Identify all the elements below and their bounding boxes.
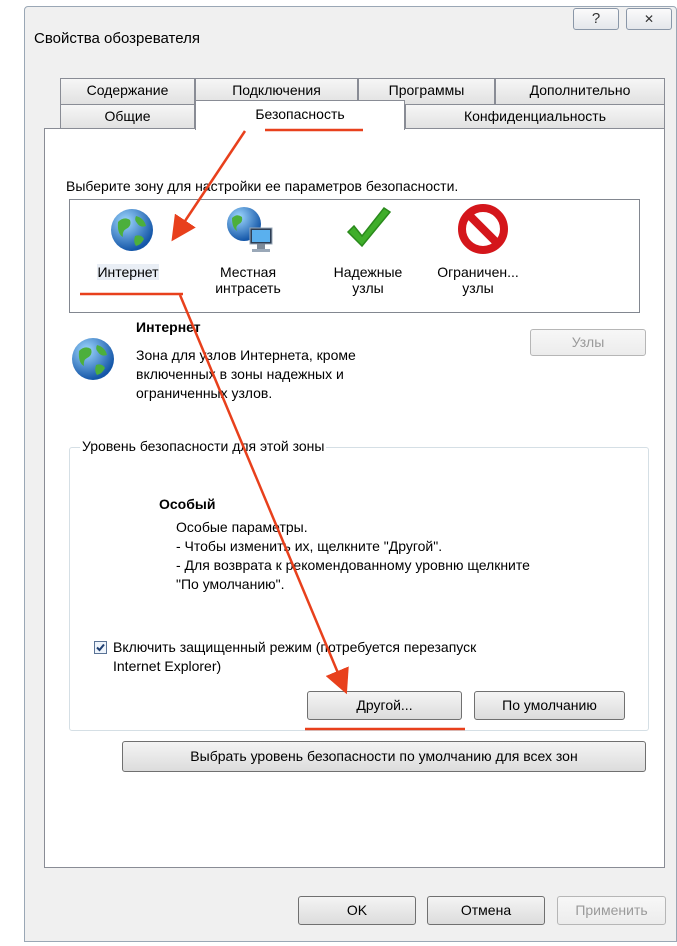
- intranet-globe-icon: [227, 207, 273, 252]
- zone-label: Местная: [219, 264, 277, 280]
- zone-label: Интернет: [97, 264, 159, 280]
- sites-button[interactable]: Узлы: [530, 329, 646, 356]
- zone-label: Надежные: [333, 264, 403, 280]
- selected-zone-globe-icon: [72, 338, 114, 380]
- zone-desc-line: включенных в зоны надежных и: [136, 366, 344, 382]
- security-level-name: Особый: [159, 496, 216, 512]
- zone-description: Зона для узлов Интернета, кроме включенн…: [136, 346, 356, 403]
- zone-local-intranet[interactable]: Местная интрасеть: [198, 200, 298, 312]
- tab-security[interactable]: Безопасность: [195, 100, 405, 130]
- tab-content[interactable]: Содержание: [60, 78, 195, 104]
- level-desc-line: Особые параметры.: [176, 519, 308, 535]
- level-desc-line: - Для возврата к рекомендованному уровню…: [176, 557, 530, 573]
- default-level-button[interactable]: По умолчанию: [474, 691, 625, 720]
- zone-title: Интернет: [136, 319, 201, 335]
- check-mark-icon: [96, 643, 105, 652]
- protected-mode-label-line: Internet Explorer): [113, 658, 222, 674]
- custom-level-button[interactable]: Другой...: [307, 691, 462, 720]
- zone-list: Интернет Местная интрасеть Надежные узлы О…: [69, 199, 640, 313]
- zone-prompt: Выберите зону для настройки ее параметро…: [66, 178, 459, 194]
- protected-mode-checkbox[interactable]: [94, 641, 107, 654]
- help-button[interactable]: ?: [573, 8, 619, 30]
- checkmark-icon: [346, 206, 392, 248]
- security-level-description: Особые параметры. - Чтобы изменить их, щ…: [176, 518, 530, 594]
- tab-privacy[interactable]: Конфиденциальность: [405, 104, 665, 129]
- zone-restricted-sites[interactable]: Ограничен... узлы: [428, 200, 528, 312]
- close-button[interactable]: ✕: [626, 8, 672, 30]
- zone-internet[interactable]: Интернет: [78, 200, 178, 312]
- apply-button[interactable]: Применить: [557, 896, 666, 925]
- security-level-group-title: Уровень безопасности для этой зоны: [80, 438, 327, 454]
- zone-label-2: интрасеть: [215, 280, 281, 296]
- protected-mode-label[interactable]: Включить защищенный режим (потребуется п…: [113, 638, 476, 676]
- zone-label-2: узлы: [462, 280, 494, 296]
- level-desc-line: "По умолчанию".: [176, 576, 285, 592]
- reset-all-zones-button[interactable]: Выбрать уровень безопасности по умолчани…: [122, 741, 646, 772]
- zone-trusted-sites[interactable]: Надежные узлы: [318, 200, 418, 312]
- protected-mode-label-line: Включить защищенный режим (потребуется п…: [113, 639, 477, 655]
- window-title: Свойства обозревателя: [34, 30, 200, 47]
- zone-label: Ограничен...: [437, 264, 519, 280]
- zone-desc-line: Зона для узлов Интернета, кроме: [136, 347, 356, 363]
- tab-advanced[interactable]: Дополнительно: [495, 78, 665, 104]
- level-desc-line: - Чтобы изменить их, щелкните "Другой".: [176, 538, 443, 554]
- zone-label-2: узлы: [352, 280, 384, 296]
- ok-button[interactable]: OK: [298, 896, 416, 925]
- no-entry-icon: [458, 204, 508, 254]
- zone-desc-line: ограниченных узлов.: [136, 385, 273, 401]
- close-icon: ✕: [643, 12, 655, 26]
- tab-general[interactable]: Общие: [60, 104, 195, 129]
- cancel-button[interactable]: Отмена: [427, 896, 545, 925]
- help-icon: ?: [591, 10, 601, 27]
- globe-icon: [111, 209, 153, 251]
